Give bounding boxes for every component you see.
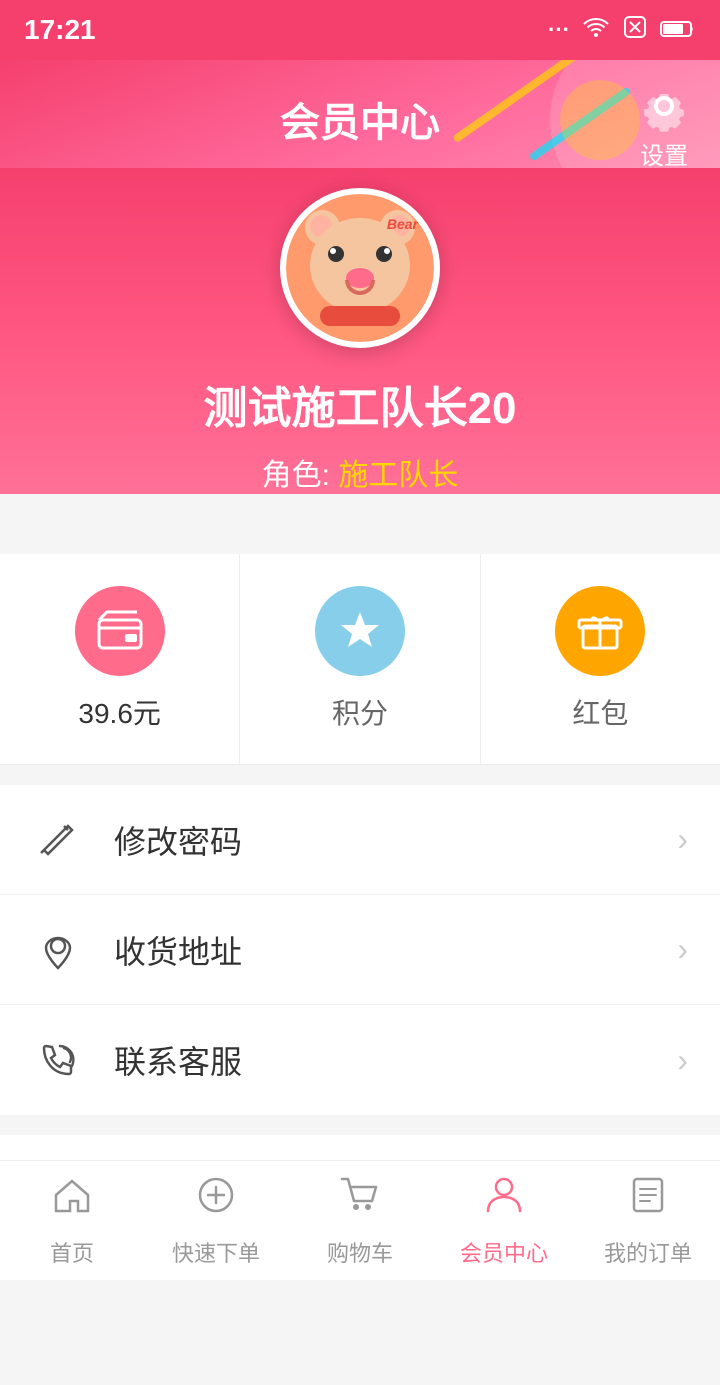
wallet-amount: 39.6元 [78, 692, 161, 732]
settings-label: 设置 [640, 136, 688, 168]
stats-row: 39.6元 积分 红包 [0, 554, 720, 765]
avatar: Bear [280, 188, 440, 348]
gift-icon-circle [555, 586, 645, 676]
settings-button[interactable]: 设置 [638, 80, 690, 168]
nav-member[interactable]: 会员中心 [432, 1161, 576, 1280]
username: 测试施工队长20 [204, 372, 517, 436]
avatar-image: Bear [286, 194, 434, 342]
nav-quick-order[interactable]: 快速下单 [144, 1161, 288, 1280]
customer-service-label: 联系客服 [114, 1037, 677, 1083]
bear-text: Bear [387, 216, 418, 232]
chevron-right-icon: › [677, 821, 688, 858]
wallet-icon-circle [75, 586, 165, 676]
phone-icon [32, 1034, 84, 1086]
menu-item-customer-service[interactable]: 联系客服 › [0, 1005, 720, 1115]
stat-redpacket[interactable]: 红包 [481, 554, 720, 764]
menu-section: 修改密码 › 收货地址 › 联系客服 › [0, 785, 720, 1115]
plus-circle-icon [194, 1173, 238, 1228]
status-time: 17:21 [24, 14, 96, 46]
bear-eye-left [328, 246, 344, 262]
nav-quick-order-label: 快速下单 [172, 1236, 260, 1268]
page-title: 会员中心 [280, 90, 440, 148]
home-icon [50, 1173, 94, 1228]
cart-icon [338, 1173, 382, 1228]
profile-section: Bear 测试施工队长20 角色: 施工队长 [0, 168, 720, 554]
chevron-right-icon: › [677, 931, 688, 968]
nav-home-label: 首页 [50, 1236, 94, 1268]
orders-icon [626, 1173, 670, 1228]
bear-avatar: Bear [300, 208, 420, 328]
menu-item-address[interactable]: 收货地址 › [0, 895, 720, 1005]
nav-orders-label: 我的订单 [604, 1236, 692, 1268]
bear-collar [320, 306, 400, 326]
nav-cart-label: 购物车 [327, 1236, 393, 1268]
chevron-right-icon: › [677, 1042, 688, 1079]
nav-home[interactable]: 首页 [0, 1161, 144, 1280]
location-icon [32, 924, 84, 976]
edit-icon [32, 814, 84, 866]
status-bar: 17:21 ··· [0, 0, 720, 60]
role-value: 施工队长 [338, 459, 458, 492]
star-icon-circle [315, 586, 405, 676]
wifi-icon [582, 16, 610, 44]
gear-icon [638, 80, 690, 132]
status-icons: ··· [548, 14, 696, 47]
header: 会员中心 设置 [0, 60, 720, 168]
nav-orders[interactable]: 我的订单 [576, 1161, 720, 1280]
header-title-row: 会员中心 设置 [0, 80, 720, 168]
battery-icon [660, 14, 696, 46]
bear-head [310, 218, 410, 313]
address-label: 收货地址 [114, 927, 677, 973]
role-label: 角色: [262, 459, 330, 492]
stat-points[interactable]: 积分 [240, 554, 480, 764]
redpacket-label: 红包 [572, 692, 628, 732]
role-row: 角色: 施工队长 [262, 450, 459, 494]
x-icon [622, 14, 648, 47]
person-icon [482, 1173, 526, 1228]
nav-cart[interactable]: 购物车 [288, 1161, 432, 1280]
bear-eye-right [376, 246, 392, 262]
points-label: 积分 [332, 692, 388, 732]
bottom-nav: 首页 快速下单 购物车 会员中心 [0, 1160, 720, 1280]
nav-member-label: 会员中心 [460, 1236, 548, 1268]
signal-dots-icon: ··· [548, 17, 570, 43]
menu-item-change-password[interactable]: 修改密码 › [0, 785, 720, 895]
change-password-label: 修改密码 [114, 817, 677, 863]
stat-wallet[interactable]: 39.6元 [0, 554, 240, 764]
